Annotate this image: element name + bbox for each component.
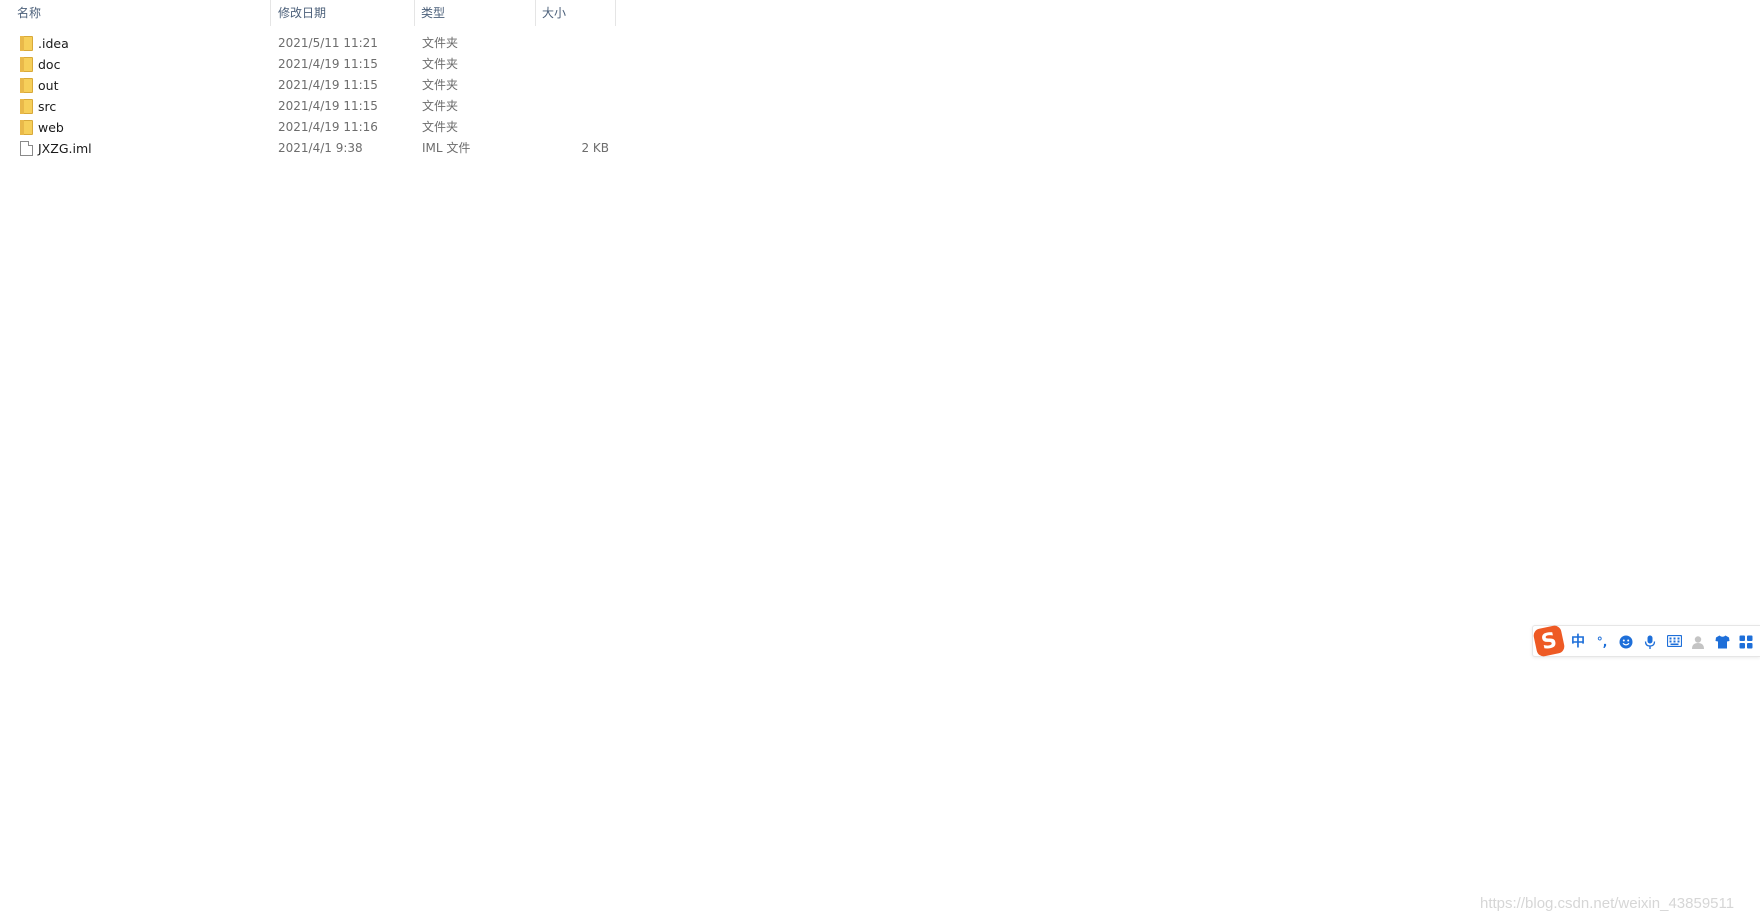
folder-icon — [20, 78, 33, 93]
file-type: 文件夹 — [422, 78, 459, 92]
column-header-name[interactable]: 名称 — [11, 0, 271, 26]
keyboard-icon[interactable] — [1665, 633, 1683, 651]
file-modified: 2021/4/19 11:15 — [278, 57, 378, 71]
folder-icon — [20, 36, 33, 51]
file-row-web[interactable]: web 2021/4/19 11:16 文件夹 — [0, 117, 620, 138]
apps-icon[interactable] — [1737, 633, 1755, 651]
file-row-out[interactable]: out 2021/4/19 11:15 文件夹 — [0, 75, 620, 96]
file-type: 文件夹 — [422, 36, 459, 50]
file-name: doc — [38, 57, 61, 72]
folder-icon — [20, 99, 33, 114]
file-icon — [20, 141, 33, 156]
punctuation-button[interactable]: °, — [1593, 633, 1611, 651]
file-modified: 2021/4/19 11:15 — [278, 99, 378, 113]
file-type: 文件夹 — [422, 99, 459, 113]
file-name: JXZG.iml — [38, 141, 92, 156]
ime-mode-button[interactable]: 中 — [1569, 633, 1587, 651]
microphone-icon[interactable] — [1641, 633, 1659, 651]
file-list: .idea 2021/5/11 11:21 文件夹 doc 2021/4/19 … — [0, 33, 620, 159]
folder-icon — [20, 120, 33, 135]
column-header-size[interactable]: 大小 — [536, 0, 616, 26]
file-name: web — [38, 120, 64, 135]
file-modified: 2021/4/19 11:16 — [278, 120, 378, 134]
file-row-doc[interactable]: doc 2021/4/19 11:15 文件夹 — [0, 54, 620, 75]
user-icon[interactable] — [1689, 633, 1707, 651]
file-row-src[interactable]: src 2021/4/19 11:15 文件夹 — [0, 96, 620, 117]
file-explorer: ^ 名称 修改日期 类型 大小 .idea 2021/5/11 11:21 文件… — [0, 0, 1760, 924]
file-name: out — [38, 78, 59, 93]
watermark: https://blog.csdn.net/weixin_43859511 — [1480, 895, 1735, 912]
file-size: 2 KB — [581, 141, 609, 155]
emoji-icon[interactable] — [1617, 633, 1635, 651]
folder-icon — [20, 57, 33, 72]
file-name: .idea — [38, 36, 69, 51]
column-header-modified[interactable]: 修改日期 — [272, 0, 415, 26]
file-row-jxzg-iml[interactable]: JXZG.iml 2021/4/1 9:38 IML 文件 2 KB — [0, 138, 620, 159]
file-row-idea[interactable]: .idea 2021/5/11 11:21 文件夹 — [0, 33, 620, 54]
file-modified: 2021/4/19 11:15 — [278, 78, 378, 92]
file-type: 文件夹 — [422, 57, 459, 71]
file-type: 文件夹 — [422, 120, 459, 134]
file-modified: 2021/4/1 9:38 — [278, 141, 363, 155]
file-modified: 2021/5/11 11:21 — [278, 36, 378, 50]
file-type: IML 文件 — [422, 141, 471, 155]
ime-toolbar[interactable]: S 中 °, — [1532, 624, 1760, 658]
file-name: src — [38, 99, 57, 114]
column-header: ^ 名称 修改日期 类型 大小 — [0, 0, 620, 26]
column-header-type[interactable]: 类型 — [415, 0, 536, 26]
skin-icon[interactable] — [1713, 633, 1731, 651]
sogou-logo-icon[interactable]: S — [1532, 624, 1566, 658]
